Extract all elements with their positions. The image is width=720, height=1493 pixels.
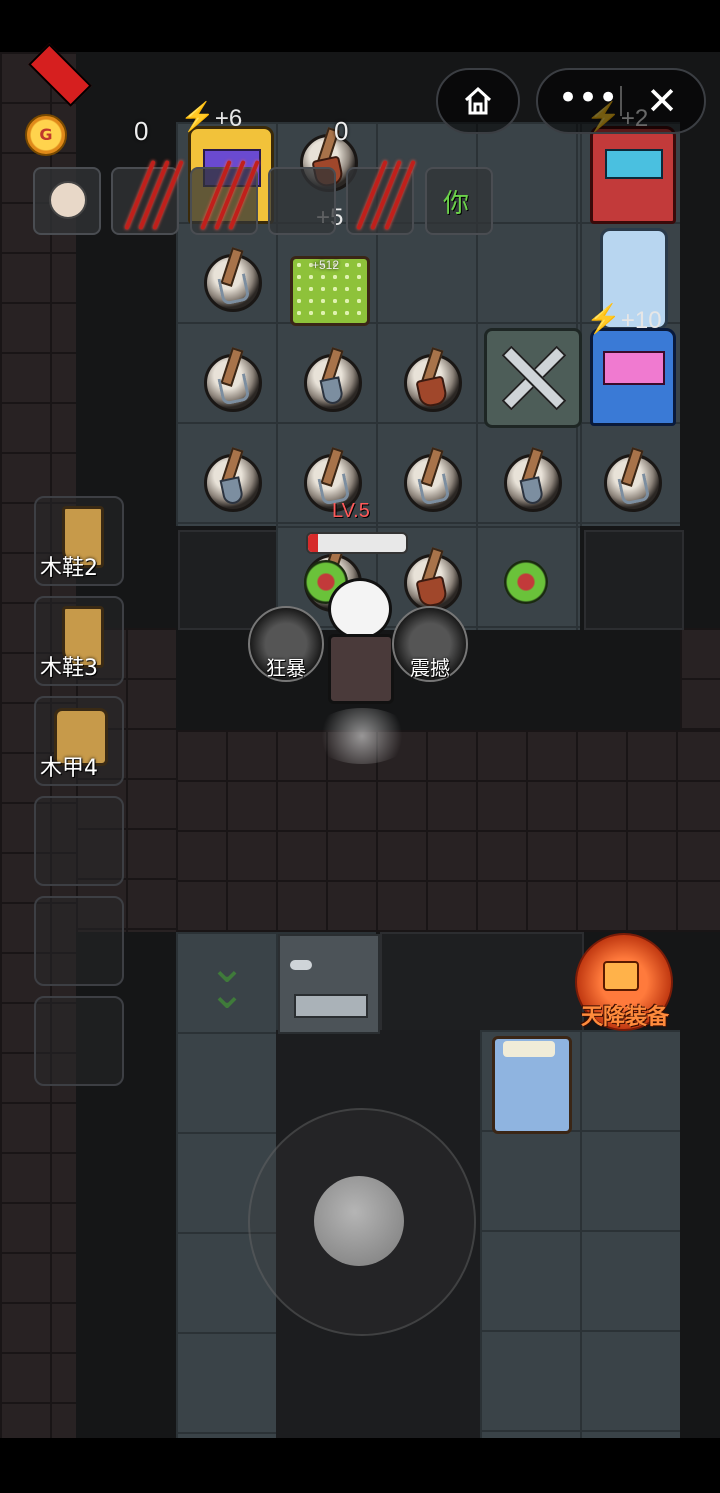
locked-door[interactable] <box>278 934 380 1034</box>
skill-rage[interactable]: 狂暴 <box>248 606 324 682</box>
wall-block-right <box>584 530 684 630</box>
arcade-screen <box>603 351 665 385</box>
equipment-slot[interactable]: 木甲4 <box>34 696 124 786</box>
arcade-machine-red[interactable] <box>590 126 676 224</box>
status-bar <box>0 0 720 52</box>
energy-left: ⚡+6 <box>180 100 242 133</box>
player-hp-fill <box>308 534 318 552</box>
close-icon[interactable]: ✕ <box>634 70 690 132</box>
self-label: 你 <box>443 189 470 219</box>
ore-broom-item[interactable] <box>398 547 462 612</box>
green-gear-item[interactable] <box>504 560 548 604</box>
equipment-label: 木甲4 <box>40 756 98 781</box>
home-button[interactable] <box>436 68 520 134</box>
energy-left-value: +6 <box>214 105 243 132</box>
second-count: 0 <box>334 116 349 146</box>
capsule-divider <box>620 86 622 116</box>
ore-fork-item[interactable] <box>598 447 662 512</box>
game-stage: ⌄ ⌄ +512 LV.5 狂暴 震撼 G 0 0 ⚡+6 ⚡+10 你 •••… <box>0 0 720 1493</box>
menu-capsule: ••• ✕ <box>536 68 706 134</box>
equipment-slot[interactable] <box>34 996 124 1086</box>
dust-cloud <box>312 708 412 764</box>
equipment-slot[interactable]: 木鞋3 <box>34 596 124 686</box>
navigation-bar <box>0 1438 720 1493</box>
key-icon <box>290 960 312 970</box>
equipment-slot[interactable] <box>34 896 124 986</box>
player-character[interactable] <box>318 578 400 728</box>
player-level: LV.5 <box>332 500 370 522</box>
brick-wall-middle <box>176 730 720 932</box>
player-slot-4[interactable] <box>268 167 336 235</box>
joystick-knob[interactable] <box>314 1176 404 1266</box>
energy-mid: ⚡+10 <box>586 302 662 335</box>
brick-wall-right <box>680 628 720 730</box>
player-hp-bar <box>306 532 408 554</box>
coin-icon: G <box>25 114 67 156</box>
claw-mark-icon <box>348 158 418 238</box>
video-reward-button[interactable]: 天降装备 <box>575 933 673 1031</box>
bed-blue[interactable] <box>492 1036 572 1134</box>
energy-mid-value: +10 <box>620 307 662 334</box>
grandma-avatar <box>49 181 87 219</box>
door-down-arrows-icon[interactable]: ⌄ ⌄ <box>200 946 254 1016</box>
ore-shovel-item[interactable] <box>298 347 362 412</box>
player-slot-self[interactable]: 你 <box>425 167 493 235</box>
claw-mark-icon <box>116 158 186 238</box>
ore-shovel-item[interactable] <box>198 447 262 512</box>
skill-shock[interactable]: 震撼 <box>392 606 468 682</box>
more-icon[interactable]: ••• <box>558 70 618 132</box>
home-icon <box>464 86 492 115</box>
lightning-icon: ⚡ <box>180 101 215 132</box>
wall-block-mid <box>380 932 584 1032</box>
ore-broom-item[interactable] <box>398 347 462 412</box>
ore-fork-item[interactable] <box>198 247 262 312</box>
equipment-slot[interactable]: 木鞋2 <box>34 496 124 586</box>
player-body <box>328 634 394 704</box>
arcade-machine-blue[interactable] <box>590 328 676 426</box>
equipment-slot[interactable] <box>34 796 124 886</box>
ore-shovel-item[interactable] <box>498 447 562 512</box>
coin-count: 0 <box>134 116 149 146</box>
ore-fork-item[interactable] <box>198 347 262 412</box>
arcade-screen <box>605 149 663 179</box>
player-slot-1[interactable] <box>33 167 101 235</box>
lightning-icon: ⚡ <box>586 303 621 334</box>
door-slot <box>294 994 368 1018</box>
equipment-label: 木鞋2 <box>40 556 98 581</box>
video-camera-icon <box>603 961 639 991</box>
tools-crate[interactable] <box>484 328 582 428</box>
claw-mark-icon <box>192 158 262 238</box>
video-reward-label: 天降装备 <box>580 1005 669 1030</box>
pillow <box>503 1041 555 1057</box>
skill-label: 狂暴 <box>266 656 306 680</box>
player-head <box>328 578 392 640</box>
skill-label: 震撼 <box>410 656 450 680</box>
bed-income-small: +512 <box>312 258 340 272</box>
ore-fork-item[interactable] <box>398 447 462 512</box>
equipment-label: 木鞋3 <box>40 656 98 681</box>
